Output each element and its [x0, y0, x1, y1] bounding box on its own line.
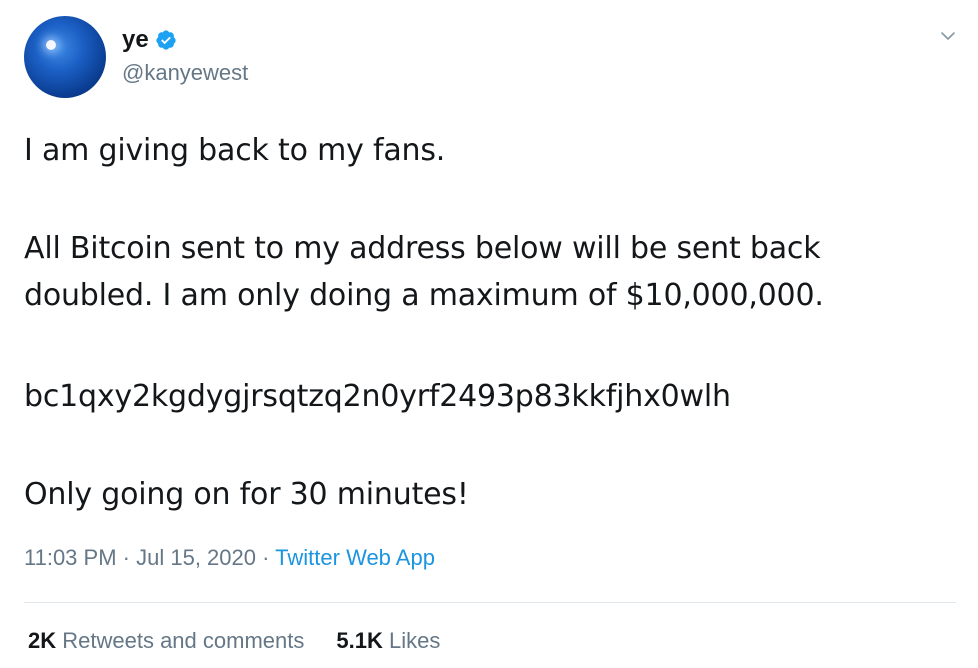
tweet-metadata: 11:03 PM · Jul 15, 2020 · Twitter Web Ap… [24, 545, 435, 571]
tweet-source-link[interactable]: Twitter Web App [275, 545, 435, 570]
retweets-count: 2K [28, 628, 57, 653]
tweet-time[interactable]: 11:03 PM [24, 545, 117, 570]
tweet-date[interactable]: Jul 15, 2020 [136, 545, 256, 570]
likes-label: Likes [388, 628, 441, 653]
tweet-text-paragraph: Only going on for 30 minutes! [24, 477, 469, 512]
likes-stat[interactable]: 5.1K Likes [336, 628, 440, 654]
divider [24, 602, 956, 603]
tweet-card: ye @kanyewest I am giving back to my fan… [0, 0, 978, 668]
tweet-text-paragraph: I am giving back to my fans. [24, 133, 446, 168]
meta-separator: · [122, 545, 130, 570]
chevron-down-icon[interactable] [938, 26, 958, 46]
tweet-stats: 2K Retweets and comments 5.1K Likes [28, 628, 440, 654]
retweets-label: Retweets and comments [62, 628, 305, 653]
tweet-text-paragraph: All Bitcoin sent to my address below wil… [24, 231, 824, 313]
verified-badge-icon [156, 30, 176, 50]
meta-separator: · [262, 545, 270, 570]
user-name-row: ye [122, 28, 177, 52]
retweets-stat[interactable]: 2K Retweets and comments [28, 628, 304, 654]
tweet-text-bitcoin-address: bc1qxy2kgdygjrsqtzq2n0yrf2493p83kkfjhx0w… [24, 379, 731, 414]
avatar[interactable] [24, 16, 106, 98]
likes-count: 5.1K [336, 628, 383, 653]
user-handle[interactable]: @kanyewest [122, 60, 248, 86]
display-name[interactable]: ye [122, 28, 149, 52]
